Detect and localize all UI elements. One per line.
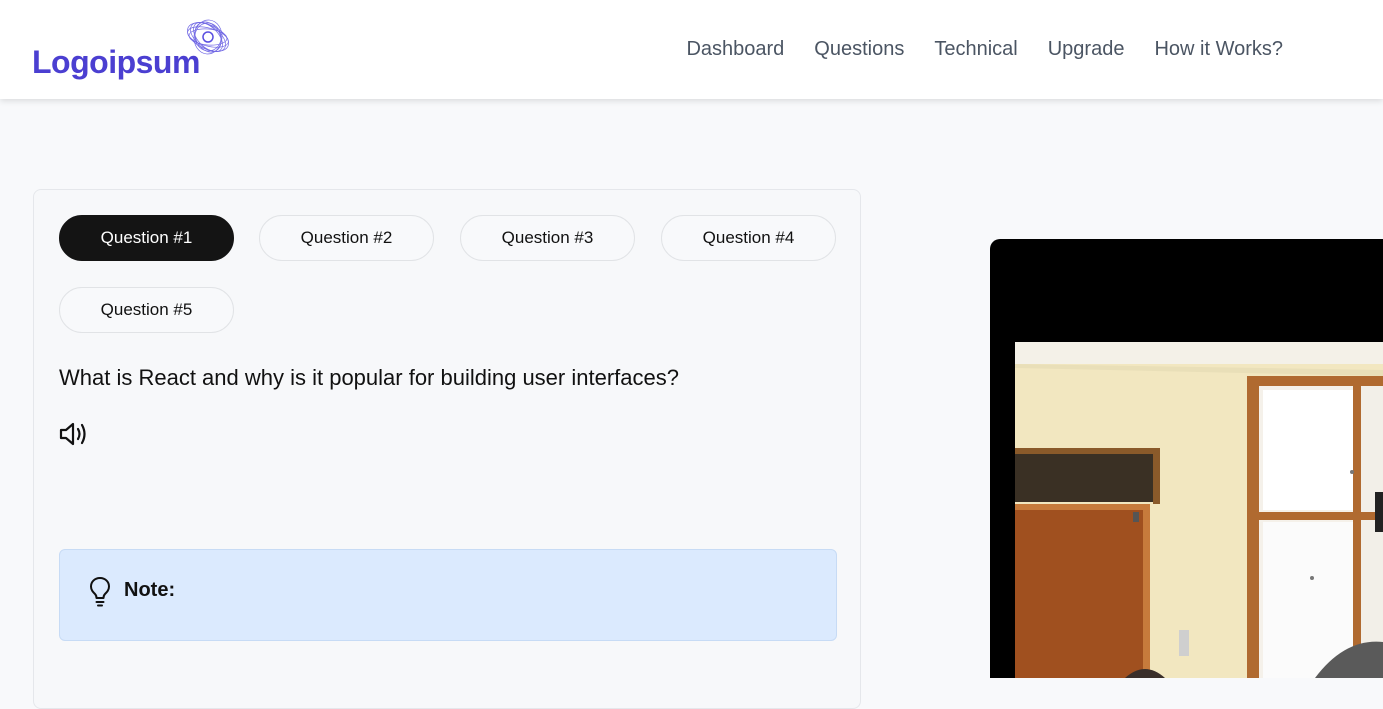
top-navbar: Logoipsum Dashboard Questions Technical … <box>0 0 1383 99</box>
tab-question-1[interactable]: Question #1 <box>59 215 234 261</box>
note-label: Note: <box>124 579 176 601</box>
nav-technical[interactable]: Technical <box>934 36 1017 62</box>
webcam-preview <box>990 239 1383 678</box>
question-text: What is React and why is it popular for … <box>59 365 679 390</box>
nav-dashboard[interactable]: Dashboard <box>686 36 784 62</box>
note-box: Note: <box>59 549 837 641</box>
nav-questions[interactable]: Questions <box>814 36 904 62</box>
logo[interactable]: Logoipsum <box>32 14 242 84</box>
tab-question-3[interactable]: Question #3 <box>460 215 635 261</box>
tab-question-4[interactable]: Question #4 <box>661 215 836 261</box>
lightbulb-icon <box>90 577 110 607</box>
nav-upgrade[interactable]: Upgrade <box>1048 36 1125 62</box>
tab-question-2[interactable]: Question #2 <box>259 215 434 261</box>
main-nav: Dashboard Questions Technical Upgrade Ho… <box>686 36 1283 62</box>
question-card: Question #1 Question #2 Question #3 Ques… <box>33 189 861 709</box>
webcam-video-feed <box>1015 342 1383 678</box>
volume-icon[interactable] <box>58 419 90 449</box>
nav-how-it-works[interactable]: How it Works? <box>1154 36 1283 62</box>
tab-question-5[interactable]: Question #5 <box>59 287 234 333</box>
logo-text: Logoipsum <box>32 44 200 80</box>
